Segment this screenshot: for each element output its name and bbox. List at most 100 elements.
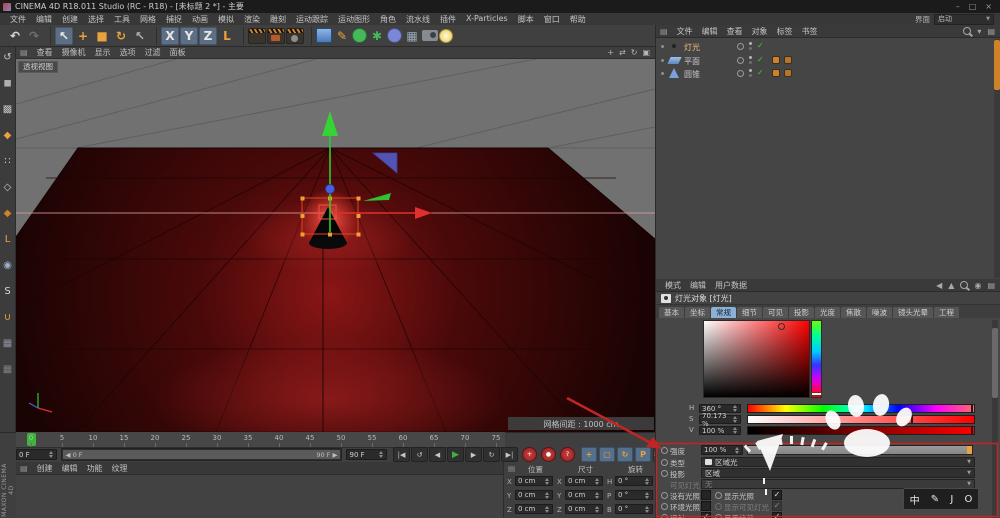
render-view-icon[interactable]	[248, 28, 266, 44]
am-search-icon[interactable]	[960, 281, 968, 289]
spline-pen-icon[interactable]: ✎	[333, 27, 351, 45]
coord-spinner[interactable]	[644, 492, 650, 499]
minimize-button[interactable]: –	[956, 2, 960, 11]
ime-item-✎[interactable]: ✎	[931, 494, 939, 505]
axis-mode-icon[interactable]: ◆	[0, 128, 15, 143]
phong-tag-icon[interactable]	[784, 69, 792, 77]
modeling-generator-icon[interactable]: ✱	[368, 27, 386, 45]
object-enabled-check-icon[interactable]: ✓	[757, 55, 764, 64]
workplane-snap-icon[interactable]: ▦	[0, 362, 15, 377]
close-button[interactable]: ×	[985, 2, 992, 11]
coord-s-field[interactable]: 0 cm	[565, 490, 603, 500]
play-button[interactable]: ▶	[447, 447, 464, 462]
goto-start-button[interactable]: |◀	[393, 447, 410, 462]
menu-item-动画[interactable]: 动画	[192, 14, 208, 25]
shadow-dropdown[interactable]: 区域▼	[701, 468, 975, 478]
menu-item-雕刻[interactable]: 雕刻	[270, 14, 286, 25]
om-grid-icon[interactable]: ▤	[660, 27, 668, 36]
tab-焦散[interactable]: 焦散	[841, 307, 866, 318]
anim-dot-icon[interactable]	[715, 492, 722, 499]
coord-r-field[interactable]: 0 °	[615, 490, 653, 500]
hue-marker[interactable]	[811, 392, 822, 396]
key-scale-toggle[interactable]: ▢	[599, 447, 615, 462]
slider-marker[interactable]	[971, 427, 973, 434]
menu-item-运动跟踪[interactable]: 运动跟踪	[296, 14, 328, 25]
om-scroll-thumb[interactable]	[994, 40, 1000, 90]
anim-dot-icon[interactable]	[661, 492, 668, 499]
viewport[interactable]: ▤ 查看摄像机显示选项过滤面板 +⇄↻▣ 透视视图	[16, 47, 655, 432]
viewport-menu-选项[interactable]: 选项	[120, 47, 136, 58]
render-visibility-dot[interactable]	[749, 47, 752, 50]
viewport-menu-面板[interactable]: 面板	[170, 47, 186, 58]
coord-spinner[interactable]	[544, 478, 550, 485]
slider-marker[interactable]	[911, 416, 913, 423]
edges-mode-icon[interactable]: ◇	[0, 180, 15, 195]
frame-spinner[interactable]	[48, 451, 54, 458]
lock-x-axis-icon[interactable]: X	[161, 27, 179, 45]
mouse-input-icon[interactable]: ◉	[0, 258, 15, 273]
settings-grid-icon[interactable]: ▤	[987, 281, 995, 290]
tab-工程[interactable]: 工程	[934, 307, 959, 318]
am-menu-编辑[interactable]: 编辑	[690, 280, 706, 291]
menu-item-编辑[interactable]: 编辑	[36, 14, 52, 25]
menu-item-流水线[interactable]: 流水线	[406, 14, 430, 25]
render-visibility-dot[interactable]	[749, 61, 752, 64]
timeline-scrollbar[interactable]: ◀ 0 F 90 F ▶	[61, 448, 343, 461]
end-frame-field[interactable]: 90 F	[346, 449, 387, 460]
loop-mode-button[interactable]: ↻	[483, 447, 500, 462]
slider-marker[interactable]	[971, 405, 973, 412]
layout-dropdown[interactable]: 启动▼	[934, 14, 994, 25]
viewport-scene[interactable]: 网格间距 : 1000 cm	[16, 59, 655, 432]
menu-item-X-Particles[interactable]: X-Particles	[466, 14, 508, 25]
anim-dot-icon[interactable]	[715, 514, 722, 518]
intensity-slider-knob[interactable]	[967, 446, 972, 454]
tab-镜头光晕[interactable]: 镜头光晕	[893, 307, 933, 318]
anim-dot-icon[interactable]	[661, 503, 668, 510]
intensity-spinner[interactable]	[734, 447, 740, 454]
live-selection-icon[interactable]: ↖	[55, 27, 73, 45]
end-frame-spinner[interactable]	[378, 451, 384, 458]
checkbox-显示可见灯光[interactable]: ✓	[772, 501, 782, 511]
coord-p-field[interactable]: 0 cm	[515, 476, 553, 486]
rotate-tool-icon[interactable]: ↻	[112, 27, 130, 45]
next-frame-button[interactable]: ▶	[465, 447, 482, 462]
key-rotation-toggle[interactable]: ↻	[617, 447, 633, 462]
viewport-menu-摄像机[interactable]: 摄像机	[62, 47, 86, 58]
object-manager-scrollbar[interactable]	[994, 39, 1000, 278]
layer-list-icon[interactable]: ▤	[987, 27, 995, 36]
attribute-scroll-thumb[interactable]	[992, 328, 998, 398]
tab-投影[interactable]: 投影	[789, 307, 814, 318]
object-row-圆锥[interactable]: 圆锥✓	[656, 67, 986, 80]
material-menu-创建[interactable]: 创建	[37, 463, 53, 474]
menu-item-渲染[interactable]: 渲染	[244, 14, 260, 25]
viewport-menu-查看[interactable]: 查看	[37, 47, 53, 58]
quantize-magnet-icon[interactable]: ∪	[0, 310, 15, 325]
object-row-平面[interactable]: 平面✓	[656, 54, 986, 67]
lock-z-axis-icon[interactable]: Z	[199, 27, 217, 45]
om-menu-书签[interactable]: 书签	[802, 26, 818, 37]
render-picture-viewer-icon[interactable]	[267, 28, 285, 44]
material-menu-功能[interactable]: 功能	[87, 463, 103, 474]
maximize-button[interactable]: □	[969, 2, 977, 11]
color-sv-picker[interactable]	[703, 320, 810, 398]
sv-cursor[interactable]	[778, 323, 785, 330]
menu-item-文件[interactable]: 文件	[10, 14, 26, 25]
ime-item-O[interactable]: O	[965, 494, 973, 505]
points-mode-icon[interactable]: ∷	[0, 154, 15, 169]
coord-spinner[interactable]	[594, 478, 600, 485]
om-menu-文件[interactable]: 文件	[677, 26, 693, 37]
workplane-mode-icon[interactable]: L	[0, 232, 15, 247]
enable-ring-icon[interactable]	[737, 70, 744, 77]
anim-dot-icon[interactable]	[661, 459, 668, 466]
light-type-dropdown[interactable]: 区域光▼	[701, 457, 975, 467]
camera-icon[interactable]	[422, 30, 438, 41]
coords-grid-icon[interactable]: ▤	[508, 464, 515, 473]
material-menu-纹理[interactable]: 纹理	[112, 463, 128, 474]
keyframe-selection-button[interactable]: ?	[560, 447, 575, 462]
coord-spinner[interactable]	[544, 506, 550, 513]
object-row-灯光[interactable]: 灯光✓	[656, 40, 986, 53]
hsv-spinner[interactable]	[733, 416, 738, 423]
light-tool-icon[interactable]	[439, 29, 453, 43]
menu-item-网格[interactable]: 网格	[140, 14, 156, 25]
anim-dot-icon[interactable]	[715, 503, 722, 510]
